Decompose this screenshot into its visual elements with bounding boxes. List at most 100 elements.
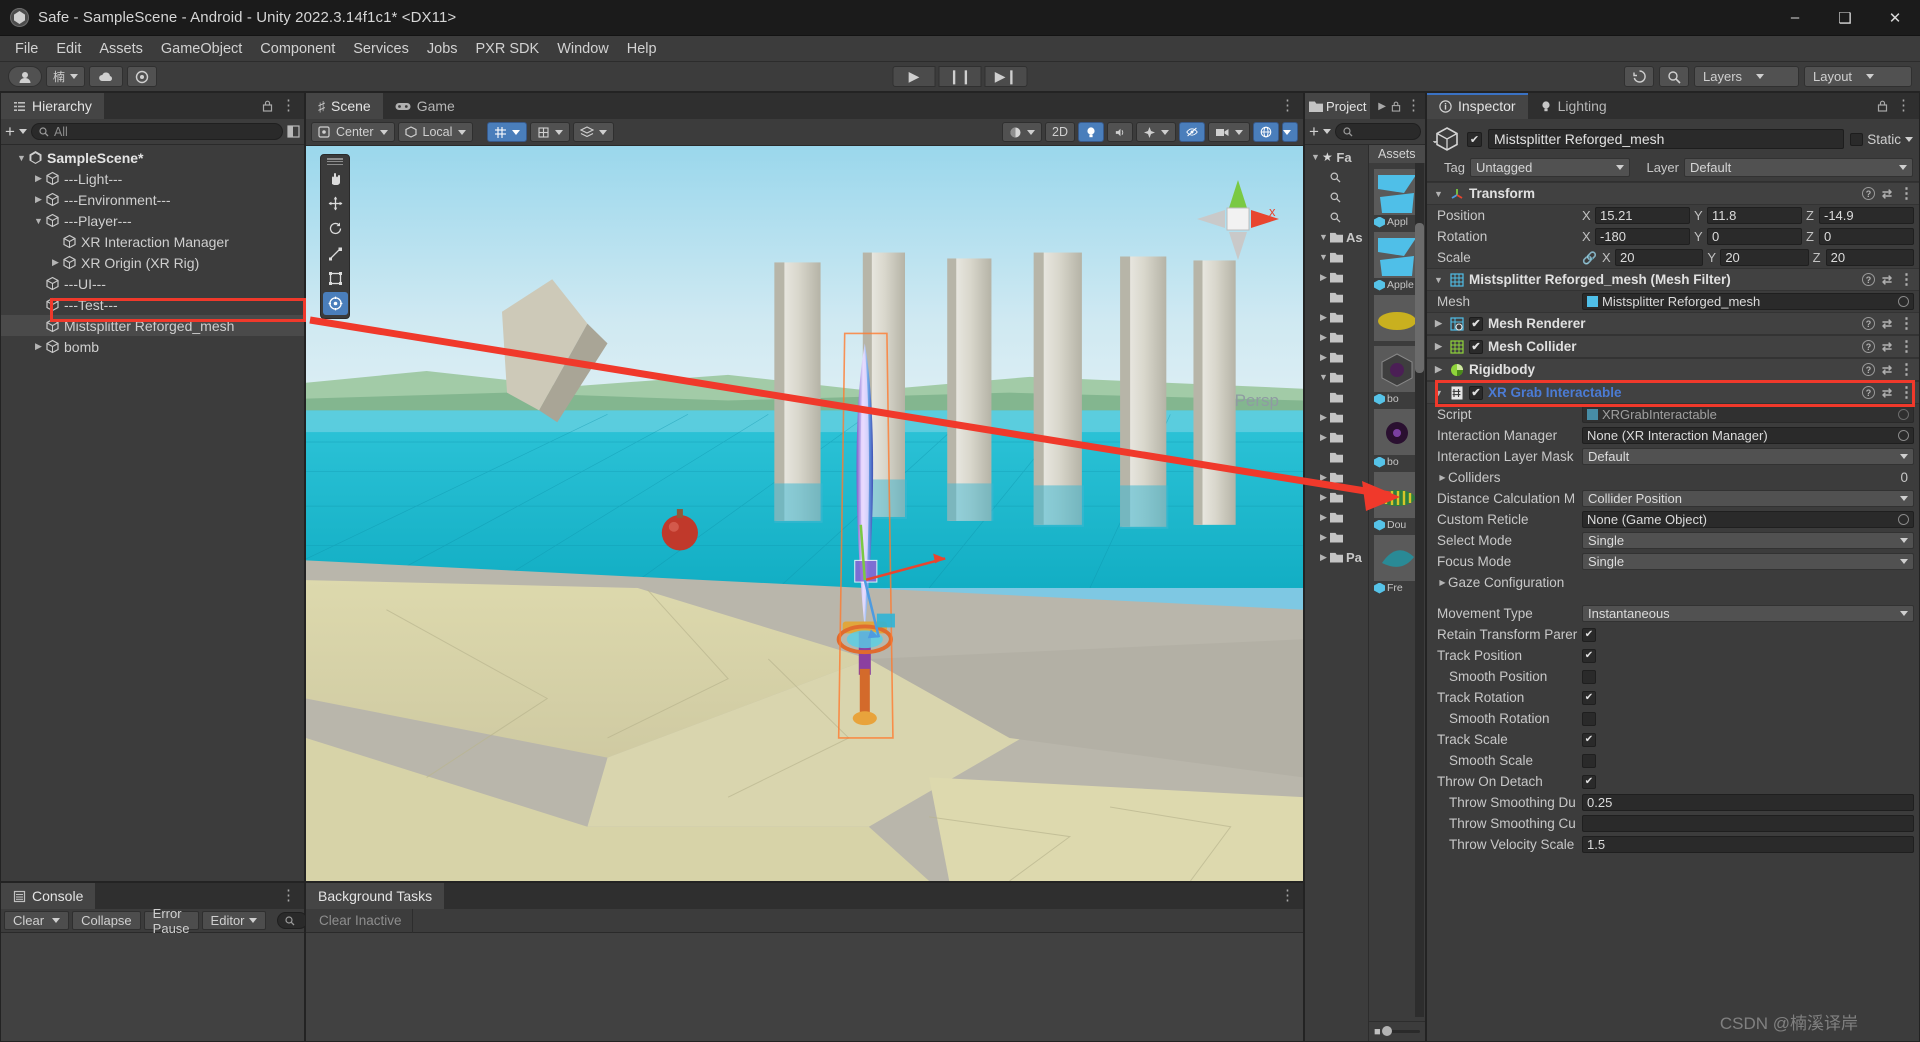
preset-icon[interactable]: ⇄ <box>1882 386 1892 400</box>
chevron-right-icon[interactable]: ▶ <box>1317 492 1330 503</box>
grid-snapping-toggle[interactable] <box>530 122 571 142</box>
preset-icon[interactable]: ⇄ <box>1882 363 1892 377</box>
chevron-right-icon[interactable]: ▶ <box>1432 318 1445 329</box>
hierarchy-item[interactable]: ---Test--- <box>1 294 304 315</box>
project-asset-grid[interactable]: Assets Appl Apple bo bo Dou Fre ■ <box>1369 145 1425 1041</box>
step-button[interactable]: ▶❙ <box>984 66 1028 87</box>
project-tree-item[interactable] <box>1305 167 1368 187</box>
help-icon[interactable]: ? <box>1861 187 1875 200</box>
tab-scene[interactable]: ♯ Scene <box>306 93 383 119</box>
position-z-input[interactable]: -14.9 <box>1819 207 1914 224</box>
scene-viewport[interactable]: x Persp <box>306 146 1303 881</box>
project-tree-item[interactable]: ▼ <box>1305 367 1368 387</box>
hierarchy-menu-icon[interactable]: ⋮ <box>281 98 296 113</box>
component-header-transform[interactable]: ▼ Transform? ⇄ ⋮ <box>1427 182 1919 205</box>
project-tree-item[interactable]: ▼ <box>1305 247 1368 267</box>
field-label[interactable]: ▶ Gaze Configuration <box>1437 575 1582 590</box>
hierarchy-item[interactable]: ▶ bomb <box>1 336 304 357</box>
asset-size-slider[interactable] <box>1381 1026 1420 1036</box>
object-picker-icon[interactable] <box>1898 514 1909 525</box>
grid-visibility-toggle[interactable] <box>487 122 528 142</box>
chevron-right-icon[interactable]: ▶ <box>1437 473 1448 482</box>
menu-window[interactable]: Window <box>548 39 618 59</box>
undo-history-button[interactable] <box>1624 66 1654 87</box>
rotate-tool-button[interactable] <box>323 217 348 240</box>
object-picker-icon[interactable] <box>1898 430 1909 441</box>
asset-item[interactable]: Dou <box>1374 472 1420 531</box>
preset-icon[interactable]: ⇄ <box>1882 187 1892 201</box>
chevron-down-icon[interactable] <box>1905 136 1913 142</box>
scene-lighting-toggle[interactable] <box>1078 122 1104 142</box>
tab-project[interactable]: Project <box>1305 93 1371 119</box>
hierarchy-item[interactable]: ▼ SampleScene* <box>1 147 304 168</box>
move-tool-button[interactable] <box>323 192 348 215</box>
component-header-mesh-collider[interactable]: ▶ Mesh Collider? ⇄ ⋮ <box>1427 335 1919 358</box>
position-z-input[interactable]: 0 <box>1819 228 1914 245</box>
project-tree-item[interactable]: ▶ <box>1305 527 1368 547</box>
chevron-right-icon[interactable]: ▶ <box>1317 532 1330 543</box>
scene-hidden-objects-toggle[interactable] <box>1179 122 1205 142</box>
bool-checkbox[interactable] <box>1582 690 1596 705</box>
project-tree-item[interactable]: ▶ Pa <box>1305 547 1368 567</box>
curve-field-box[interactable] <box>1582 815 1914 832</box>
object-reference-field[interactable]: None (XR Interaction Manager) <box>1582 427 1914 444</box>
search-button[interactable] <box>1659 66 1689 87</box>
project-tree-item[interactable]: ▶ <box>1305 427 1368 447</box>
chevron-right-icon[interactable]: ▶ <box>1317 412 1330 423</box>
console-messages-area[interactable] <box>1 933 304 1041</box>
project-tree-item[interactable] <box>1305 207 1368 227</box>
tab-console[interactable]: Console <box>1 883 96 909</box>
dropdown-value-field[interactable]: Single <box>1582 532 1914 549</box>
inspector-components-list[interactable]: ▼ Transform? ⇄ ⋮ Position X 15.21 Y 11.8 Z -14.9 Ro… <box>1427 182 1919 1041</box>
chevron-down-icon[interactable] <box>18 129 27 134</box>
component-enabled-checkbox[interactable] <box>1469 316 1483 331</box>
position-z-input[interactable]: 20 <box>1825 249 1914 266</box>
project-menu-icon[interactable]: ⋮ <box>1406 98 1421 113</box>
object-reference-field[interactable]: XRGrabInteractable <box>1582 406 1914 423</box>
chevron-down-icon[interactable]: ▼ <box>15 153 28 163</box>
account-button[interactable] <box>8 66 42 87</box>
chevron-down-icon[interactable]: ▼ <box>1432 388 1445 398</box>
shading-mode-dropdown[interactable] <box>1002 122 1043 142</box>
preset-icon[interactable]: ⇄ <box>1882 340 1892 354</box>
object-name-field[interactable]: Mistsplitter Reforged_mesh <box>1488 129 1845 149</box>
console-menu-icon[interactable]: ⋮ <box>281 888 296 903</box>
component-menu-icon[interactable]: ⋮ <box>1899 186 1914 201</box>
tab-background-tasks[interactable]: Background Tasks <box>306 883 445 909</box>
object-reference-field[interactable]: Mistsplitter Reforged_mesh <box>1582 293 1914 310</box>
bool-checkbox[interactable] <box>1582 648 1596 663</box>
hierarchy-item[interactable]: XR Interaction Manager <box>1 231 304 252</box>
project-tree-item[interactable] <box>1305 287 1368 307</box>
project-tree-item[interactable]: ▶ <box>1305 407 1368 427</box>
dropdown-value-field[interactable]: Default <box>1582 448 1914 465</box>
chevron-right-icon[interactable]: ▶ <box>1317 512 1330 523</box>
component-enabled-checkbox[interactable] <box>1469 385 1483 400</box>
project-search-input[interactable] <box>1334 123 1421 140</box>
project-scrollbar[interactable] <box>1415 163 1424 1017</box>
chevron-down-icon[interactable]: ▼ <box>1432 275 1445 285</box>
hierarchy-item[interactable]: Mistsplitter Reforged_mesh <box>1 315 304 336</box>
project-tree-item[interactable]: ▼ As <box>1305 227 1368 247</box>
menu-file[interactable]: File <box>6 39 47 59</box>
static-toggle[interactable]: Static <box>1850 132 1913 147</box>
component-menu-icon[interactable]: ⋮ <box>1899 362 1914 377</box>
tag-dropdown[interactable]: Untagged <box>1470 158 1630 177</box>
chevron-right-icon[interactable]: ▶ <box>49 257 62 268</box>
bool-checkbox[interactable] <box>1582 669 1596 684</box>
menu-services[interactable]: Services <box>344 39 418 59</box>
chevron-right-icon[interactable]: ▶ <box>1317 352 1330 363</box>
transform-tool-button[interactable] <box>322 292 348 315</box>
scene-gizmos-toggle[interactable] <box>1253 122 1279 142</box>
project-tree-item[interactable]: ▶ <box>1305 267 1368 287</box>
layers-dropdown[interactable]: Layers <box>1694 66 1799 87</box>
position-x-input[interactable]: 15.21 <box>1595 207 1690 224</box>
bool-checkbox[interactable] <box>1582 753 1596 768</box>
component-menu-icon[interactable]: ⋮ <box>1899 385 1914 400</box>
project-tree-item[interactable]: ▼ ★ Fa <box>1305 147 1368 167</box>
position-y-input[interactable]: 20 <box>1720 249 1809 266</box>
chevron-right-icon[interactable]: ▶ <box>1317 272 1330 283</box>
scene-gizmos-dropdown[interactable] <box>1282 122 1298 142</box>
background-tasks-list[interactable] <box>306 933 1303 1041</box>
chevron-right-icon[interactable]: ▶ <box>32 194 45 205</box>
menu-edit[interactable]: Edit <box>47 39 90 59</box>
